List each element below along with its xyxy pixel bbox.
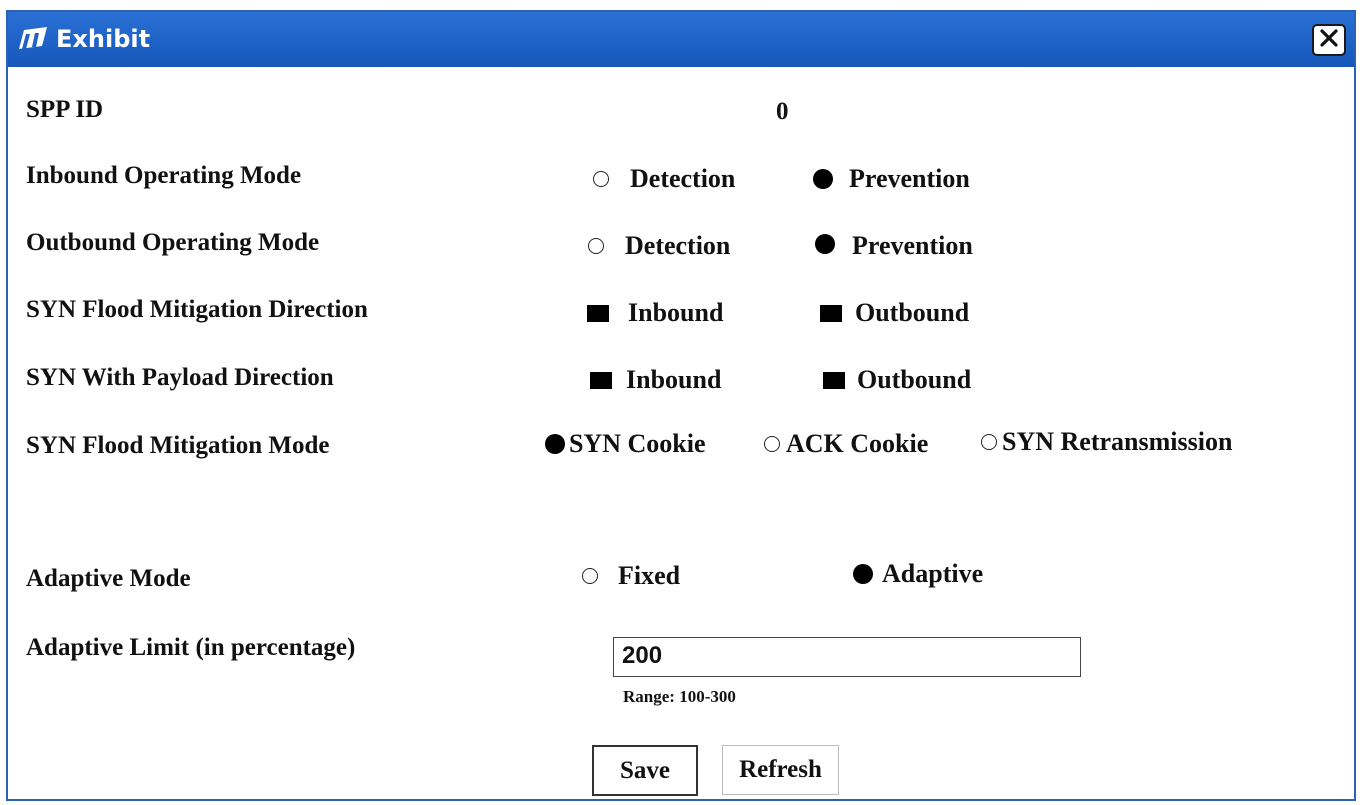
spp-id-value: 0 — [776, 98, 789, 125]
syn-flood-direction-label: SYN Flood Mitigation Direction — [26, 296, 368, 323]
outbound-prevention-radio[interactable]: Prevention — [815, 227, 973, 261]
close-icon — [1319, 28, 1339, 53]
radio-selected-icon — [815, 234, 835, 254]
syn-flood-inbound-checkbox[interactable]: Inbound — [587, 298, 723, 328]
adaptive-mode-label: Adaptive Mode — [26, 565, 191, 592]
refresh-button[interactable]: Refresh — [722, 745, 839, 795]
checkbox-checked-icon — [590, 371, 612, 389]
checkbox-checked-icon — [823, 371, 845, 389]
adaptive-limit-range-hint: Range: 100-300 — [623, 687, 736, 706]
radio-selected-icon — [813, 169, 833, 189]
adaptive-limit-input[interactable]: 200 — [613, 637, 1081, 677]
syn-payload-outbound-checkbox[interactable]: Outbound — [823, 365, 971, 395]
radio-unselected-icon — [588, 238, 604, 254]
inbound-prevention-radio[interactable]: Prevention — [813, 164, 970, 194]
title-bar[interactable]: Exhibit — [8, 12, 1354, 67]
outbound-mode-label: Outbound Operating Mode — [26, 229, 320, 256]
spp-id-label: SPP ID — [26, 96, 104, 123]
syn-payload-direction-label: SYN With Payload Direction — [26, 364, 334, 391]
fixed-radio[interactable]: Fixed — [582, 561, 680, 591]
syn-flood-mode-label: SYN Flood Mitigation Mode — [26, 432, 330, 459]
syn-cookie-radio[interactable]: SYN Cookie — [545, 429, 706, 459]
close-button[interactable] — [1312, 24, 1346, 56]
syn-flood-outbound-checkbox[interactable]: Outbound — [820, 298, 969, 328]
radio-unselected-icon — [981, 434, 997, 450]
checkbox-checked-icon — [820, 304, 842, 322]
radio-unselected-icon — [582, 568, 598, 584]
ack-cookie-radio[interactable]: ACK Cookie — [764, 429, 928, 459]
exhibit-dialog: Exhibit — [6, 10, 1356, 801]
adaptive-radio[interactable]: Adaptive — [853, 559, 983, 589]
radio-unselected-icon — [593, 171, 609, 187]
adaptive-limit-label: Adaptive Limit (in percentage) — [26, 634, 356, 661]
checkbox-checked-icon — [587, 304, 609, 322]
syn-retransmission-radio[interactable]: SYN Retransmission — [981, 427, 1232, 457]
syn-payload-inbound-checkbox[interactable]: Inbound — [590, 365, 721, 395]
outbound-detection-radio[interactable]: Detection — [588, 231, 730, 261]
exhibit-icon — [16, 24, 50, 57]
window-title: Exhibit — [56, 25, 151, 53]
radio-unselected-icon — [764, 436, 780, 452]
radio-selected-icon — [545, 434, 565, 454]
inbound-mode-label: Inbound Operating Mode — [26, 162, 302, 189]
radio-selected-icon — [853, 564, 873, 584]
inbound-detection-radio[interactable]: Detection — [593, 164, 735, 194]
save-button[interactable]: Save — [592, 745, 698, 796]
